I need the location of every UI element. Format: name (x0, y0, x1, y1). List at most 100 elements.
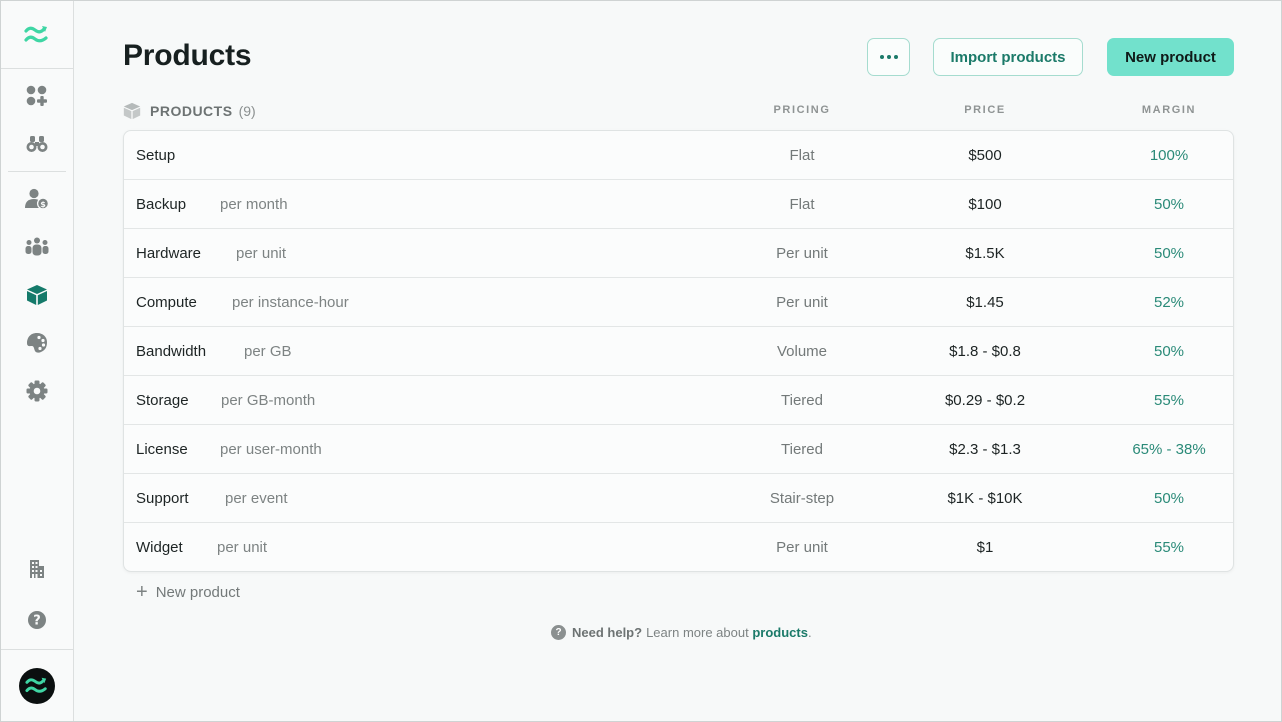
cube-icon (123, 102, 141, 120)
price-cell: $0.29 - $0.2 (944, 392, 1026, 409)
dot (886, 55, 891, 59)
section-title: PRODUCTS (150, 103, 233, 119)
plus-icon: + (136, 581, 148, 603)
product-unit: per instance-hour (232, 294, 349, 311)
wave-logo-icon (25, 677, 47, 693)
price-cell: $2.3 - $1.3 (949, 441, 1021, 458)
widgets-icon (26, 85, 47, 106)
user-dollar-icon: $ (25, 188, 49, 210)
products-table: Setup Flat $500 100% Backup per month Fl… (123, 130, 1234, 572)
table-row[interactable]: Support per event Stair-step $1K - $10K … (124, 474, 1233, 523)
avatar[interactable] (19, 667, 55, 704)
price-cell: $1 (976, 539, 994, 556)
help-text: Learn more about (646, 625, 749, 640)
cube-icon (27, 285, 47, 305)
sidebar-item-dashboards[interactable] (17, 78, 57, 114)
product-name: Storage (136, 392, 189, 409)
product-name-cell: Hardware per unit (136, 229, 286, 278)
gear-icon (26, 380, 48, 402)
sidebar-item-company[interactable] (17, 551, 57, 587)
margin-cell: 55% (1153, 539, 1185, 556)
binoculars-icon (26, 136, 48, 152)
import-products-button[interactable]: Import products (933, 38, 1083, 76)
margin-cell: 50% (1153, 490, 1185, 507)
product-unit: per unit (236, 245, 287, 262)
pricing-cell: Volume (776, 343, 828, 360)
building-icon (30, 560, 44, 578)
price-cell: $500 (968, 147, 1002, 164)
product-name-cell: Backup per month (136, 180, 288, 229)
product-unit: per user-month (220, 441, 322, 458)
table-row[interactable]: Widget per unit Per unit $1 55% (124, 523, 1233, 571)
table-row[interactable]: Compute per instance-hour Per unit $1.45… (124, 278, 1233, 327)
page-title: Products (123, 39, 252, 72)
margin-cell: 50% (1153, 245, 1185, 262)
product-name-cell: Setup (136, 131, 175, 180)
product-name: Hardware (136, 245, 202, 262)
wave-logo-icon (24, 25, 48, 42)
table-row[interactable]: Setup Flat $500 100% (124, 131, 1233, 180)
margin-cell: 50% (1153, 196, 1185, 213)
question-icon: ? (28, 611, 46, 629)
sidebar-item-themes[interactable] (17, 325, 57, 361)
sidebar-divider (8, 171, 66, 172)
palette-icon (27, 333, 47, 353)
pricing-cell: Flat (789, 196, 815, 213)
new-product-button[interactable]: New product (1107, 38, 1234, 76)
column-header-pricing[interactable]: PRICING (742, 104, 862, 116)
table-row[interactable]: License per user-month Tiered $2.3 - $1.… (124, 425, 1233, 474)
product-name: Widget (136, 539, 183, 556)
product-name-cell: Bandwidth per GB (136, 327, 292, 376)
pricing-cell: Stair-step (769, 490, 835, 507)
product-unit: per event (225, 490, 288, 507)
product-name: Backup (136, 196, 187, 213)
dot (893, 55, 898, 59)
table-row[interactable]: Storage per GB-month Tiered $0.29 - $0.2… (124, 376, 1233, 425)
price-cell: $1K - $10K (947, 490, 1023, 507)
logo[interactable] (1, 1, 73, 69)
product-name-cell: Widget per unit (136, 523, 267, 571)
column-header-margin[interactable]: MARGIN (1109, 104, 1229, 116)
main-content: Products Import products New product PRO… (75, 1, 1281, 721)
sidebar-item-help[interactable]: ? (17, 602, 57, 638)
product-name: Support (136, 490, 189, 507)
table-row[interactable]: Bandwidth per GB Volume $1.8 - $0.8 50% (124, 327, 1233, 376)
pricing-cell: Tiered (781, 441, 823, 458)
help-footer: ? Need help? Learn more about products. (551, 625, 812, 640)
dot (879, 55, 884, 59)
sidebar-item-customers[interactable]: $ (17, 181, 57, 217)
price-cell: $1.5K (965, 245, 1005, 262)
product-name-cell: License per user-month (136, 425, 322, 474)
sidebar-item-teams[interactable] (17, 229, 57, 265)
product-count: (9) (238, 103, 256, 119)
help-end: . (807, 625, 812, 640)
svg-text:$: $ (40, 200, 46, 209)
margin-cell: 52% (1153, 294, 1185, 311)
product-name-cell: Storage per GB-month (136, 376, 315, 425)
column-header-price[interactable]: PRICE (925, 104, 1045, 116)
table-row[interactable]: Hardware per unit Per unit $1.5K 50% (124, 229, 1233, 278)
product-name: Bandwidth (136, 343, 207, 360)
product-name-cell: Compute per instance-hour (136, 278, 349, 327)
product-name: Setup (136, 147, 176, 164)
product-unit: per GB (244, 343, 292, 360)
more-options-button[interactable] (867, 38, 910, 76)
sidebar: $ ? (1, 1, 74, 721)
help-bold: Need help? (572, 625, 643, 640)
sidebar-item-products[interactable] (17, 277, 57, 313)
sidebar-item-settings[interactable] (17, 373, 57, 409)
add-product-row[interactable]: + New product (136, 581, 240, 604)
product-name: Compute (136, 294, 197, 311)
help-products-link[interactable]: products (752, 625, 808, 640)
pricing-cell: Per unit (776, 294, 828, 311)
margin-cell: 55% (1153, 392, 1185, 409)
svg-text:?: ? (33, 614, 41, 629)
sidebar-item-explore[interactable] (17, 126, 57, 162)
table-row[interactable]: Backup per month Flat $100 50% (124, 180, 1233, 229)
pricing-cell: Per unit (776, 245, 828, 262)
margin-cell: 65% - 38% (1132, 441, 1206, 458)
section-header: PRODUCTS (9) (123, 101, 256, 121)
price-cell: $100 (968, 196, 1002, 213)
product-unit: per GB-month (221, 392, 316, 409)
pricing-cell: Per unit (776, 539, 828, 556)
